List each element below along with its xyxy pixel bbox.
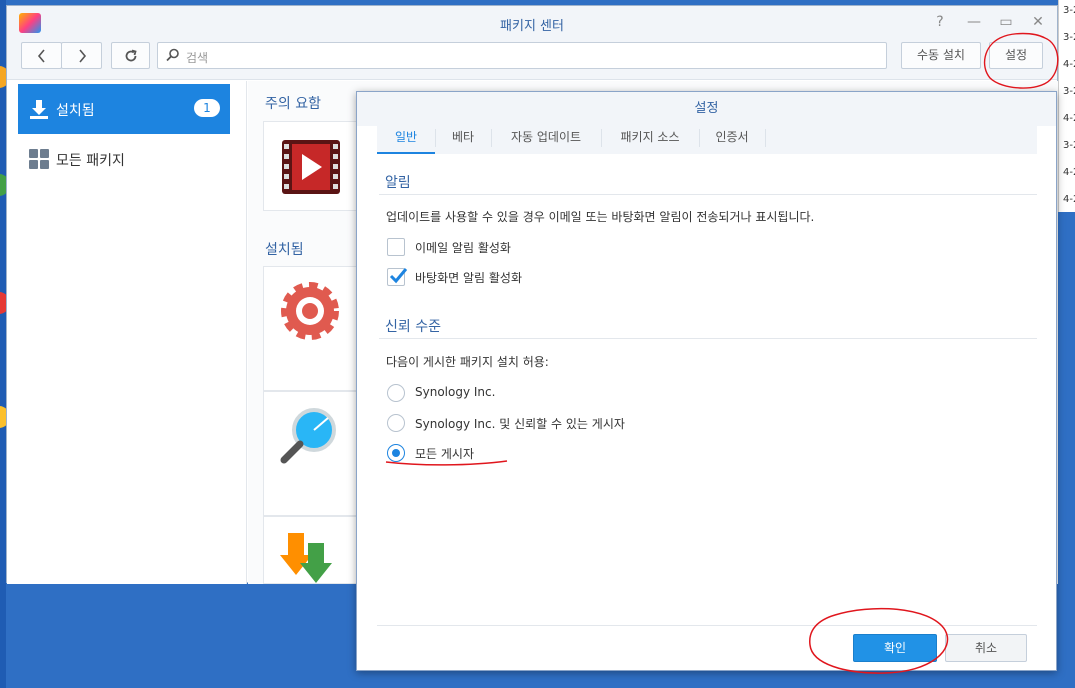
help-icon[interactable]: ?: [929, 12, 951, 32]
installed-section-title: 설치됨: [265, 242, 304, 258]
desktop-notification-label[interactable]: 바탕화면 알림 활성화: [415, 269, 522, 286]
sidebar-item-installed[interactable]: 설치됨 1: [18, 84, 230, 134]
back-button[interactable]: [21, 42, 62, 69]
trust-synology-trusted-radio[interactable]: [387, 414, 405, 432]
trust-synology-radio[interactable]: [387, 384, 405, 402]
toolbar: 검색 수동 설치 설정: [7, 38, 1057, 80]
chevron-right-icon: [78, 49, 86, 63]
trust-synology-label[interactable]: Synology Inc.: [415, 385, 495, 399]
settings-button[interactable]: 설정: [989, 42, 1043, 69]
desktop-notification-checkbox[interactable]: [387, 268, 408, 286]
footer-divider: [377, 625, 1037, 626]
tab-divider: [765, 129, 766, 147]
list-item: 3-2: [1063, 5, 1075, 16]
email-notification-checkbox[interactable]: [387, 238, 405, 256]
trust-level-description: 다음이 게시한 패키지 설치 허용:: [386, 355, 549, 369]
background-window-edge: 3-2 3-2 4-2 3-2 4-2 3-2 4-2 4-2: [1058, 0, 1075, 212]
search-input[interactable]: 검색: [157, 42, 887, 69]
trust-any-publisher-radio[interactable]: [387, 444, 405, 462]
tab-auto-update[interactable]: 자동 업데이트: [491, 126, 601, 154]
section-divider: [379, 338, 1037, 339]
ok-button[interactable]: 확인: [853, 634, 937, 662]
list-item: 4-2: [1063, 59, 1075, 70]
settings-dialog: 설정 일반 베타 자동 업데이트 패키지 소스 인증서 알림 업데이트를 사용할…: [356, 91, 1057, 671]
close-icon[interactable]: ✕: [1027, 12, 1049, 32]
sidebar-item-label: 설치됨: [56, 103, 95, 119]
manual-install-button[interactable]: 수동 설치: [901, 42, 981, 69]
checkmark-icon: [389, 268, 408, 284]
forward-button[interactable]: [61, 42, 102, 69]
list-item: 4-2: [1063, 167, 1075, 178]
list-item: 3-2: [1063, 140, 1075, 151]
list-item: 3-2: [1063, 32, 1075, 43]
list-item: 4-2: [1063, 113, 1075, 124]
search-icon: [166, 48, 179, 62]
notification-heading: 알림: [385, 175, 411, 191]
dialog-title: 설정: [357, 92, 1056, 126]
window-title: 패키지 센터: [500, 19, 564, 34]
tab-bar: 일반 베타 자동 업데이트 패키지 소스 인증서: [377, 126, 1037, 154]
tab-certificate[interactable]: 인증서: [699, 126, 765, 154]
sidebar-item-all-packages[interactable]: 모든 패키지: [18, 134, 230, 184]
search-placeholder: 검색: [186, 51, 209, 65]
trust-synology-trusted-label[interactable]: Synology Inc. 및 신뢰할 수 있는 게시자: [415, 415, 625, 432]
minimize-icon[interactable]: —: [963, 12, 985, 32]
refresh-icon: [125, 49, 137, 62]
tab-beta[interactable]: 베타: [435, 126, 491, 154]
refresh-button[interactable]: [111, 42, 150, 69]
tab-general[interactable]: 일반: [377, 126, 435, 154]
magnifier-icon: [280, 408, 336, 464]
video-station-icon: [282, 140, 340, 194]
desktop-background: [1058, 212, 1075, 688]
title-bar[interactable]: 패키지 센터 ? — ▭ ✕: [7, 6, 1057, 38]
maximize-icon[interactable]: ▭: [995, 12, 1017, 32]
list-item: 4-2: [1063, 194, 1075, 205]
email-notification-label[interactable]: 이메일 알림 활성화: [415, 239, 511, 256]
list-item: 3-2: [1063, 86, 1075, 97]
tab-package-sources[interactable]: 패키지 소스: [601, 126, 699, 154]
grid-icon: [29, 149, 49, 169]
trust-level-heading: 신뢰 수준: [385, 319, 441, 335]
chevron-left-icon: [37, 49, 45, 63]
download-icon: [30, 100, 48, 119]
sidebar-item-label: 모든 패키지: [56, 153, 125, 169]
trust-any-publisher-label[interactable]: 모든 게시자: [415, 445, 474, 462]
sidebar: 설치됨 1 모든 패키지: [7, 81, 247, 584]
gear-icon: [281, 282, 339, 340]
section-divider: [379, 194, 1037, 195]
cancel-button[interactable]: 취소: [945, 634, 1027, 662]
count-badge: 1: [194, 99, 220, 117]
notification-description: 업데이트를 사용할 수 있을 경우 이메일 또는 바탕화면 알림이 전송되거나 …: [386, 210, 815, 224]
download-arrows-icon: [280, 533, 332, 583]
featured-section-title: 주의 요함: [265, 96, 321, 112]
